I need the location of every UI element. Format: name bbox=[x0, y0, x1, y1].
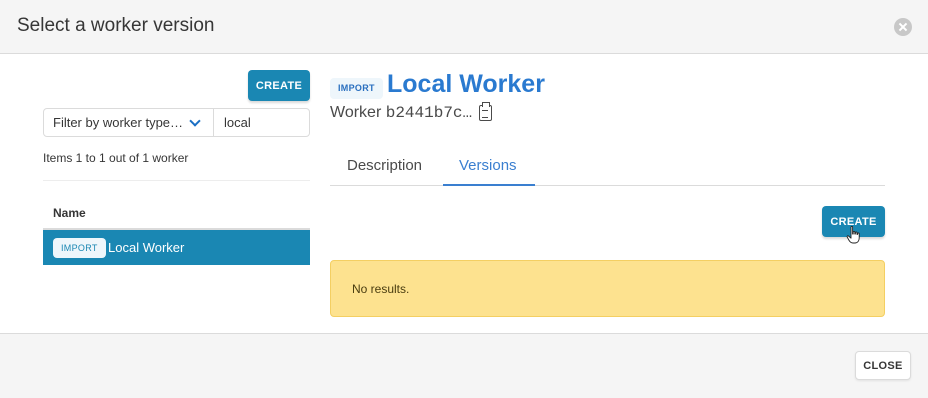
tabs-divider bbox=[330, 185, 885, 186]
worker-type-filter-select[interactable]: Filter by worker type… bbox=[43, 108, 214, 137]
worker-type-tag: IMPORT bbox=[53, 238, 106, 258]
table-row[interactable]: IMPORT Local Worker bbox=[43, 230, 310, 265]
filter-selected-label: Filter by worker type… bbox=[53, 115, 184, 130]
empty-results-notice: No results. bbox=[330, 260, 885, 317]
pagination-summary: Items 1 to 1 out of 1 worker bbox=[43, 151, 189, 165]
close-icon[interactable] bbox=[894, 18, 912, 36]
close-button[interactable]: CLOSE bbox=[855, 351, 911, 380]
clipboard-icon[interactable] bbox=[479, 102, 492, 121]
column-header-name: Name bbox=[53, 206, 86, 220]
divider bbox=[43, 180, 310, 181]
hand-cursor-icon bbox=[846, 226, 860, 244]
tab-description[interactable]: Description bbox=[347, 157, 422, 174]
tab-versions[interactable]: Versions bbox=[459, 157, 517, 174]
active-tab-indicator bbox=[443, 184, 535, 186]
modal-footer bbox=[0, 333, 928, 398]
create-worker-button[interactable]: CREATE bbox=[248, 70, 310, 101]
chevron-down-icon bbox=[189, 115, 201, 127]
modal-header: Select a worker version bbox=[0, 0, 928, 54]
empty-results-text: No results. bbox=[352, 282, 410, 296]
worker-id-line: Worker b2441b7c… bbox=[330, 104, 472, 122]
worker-id-value: b2441b7c… bbox=[385, 104, 473, 122]
worker-title: Local Worker bbox=[387, 70, 545, 98]
worker-type-tag: IMPORT bbox=[330, 78, 383, 99]
worker-search-input[interactable] bbox=[213, 108, 310, 137]
worker-id-prefix: Worker bbox=[330, 104, 382, 121]
modal-title: Select a worker version bbox=[17, 15, 215, 36]
worker-name: Local Worker bbox=[108, 240, 185, 255]
